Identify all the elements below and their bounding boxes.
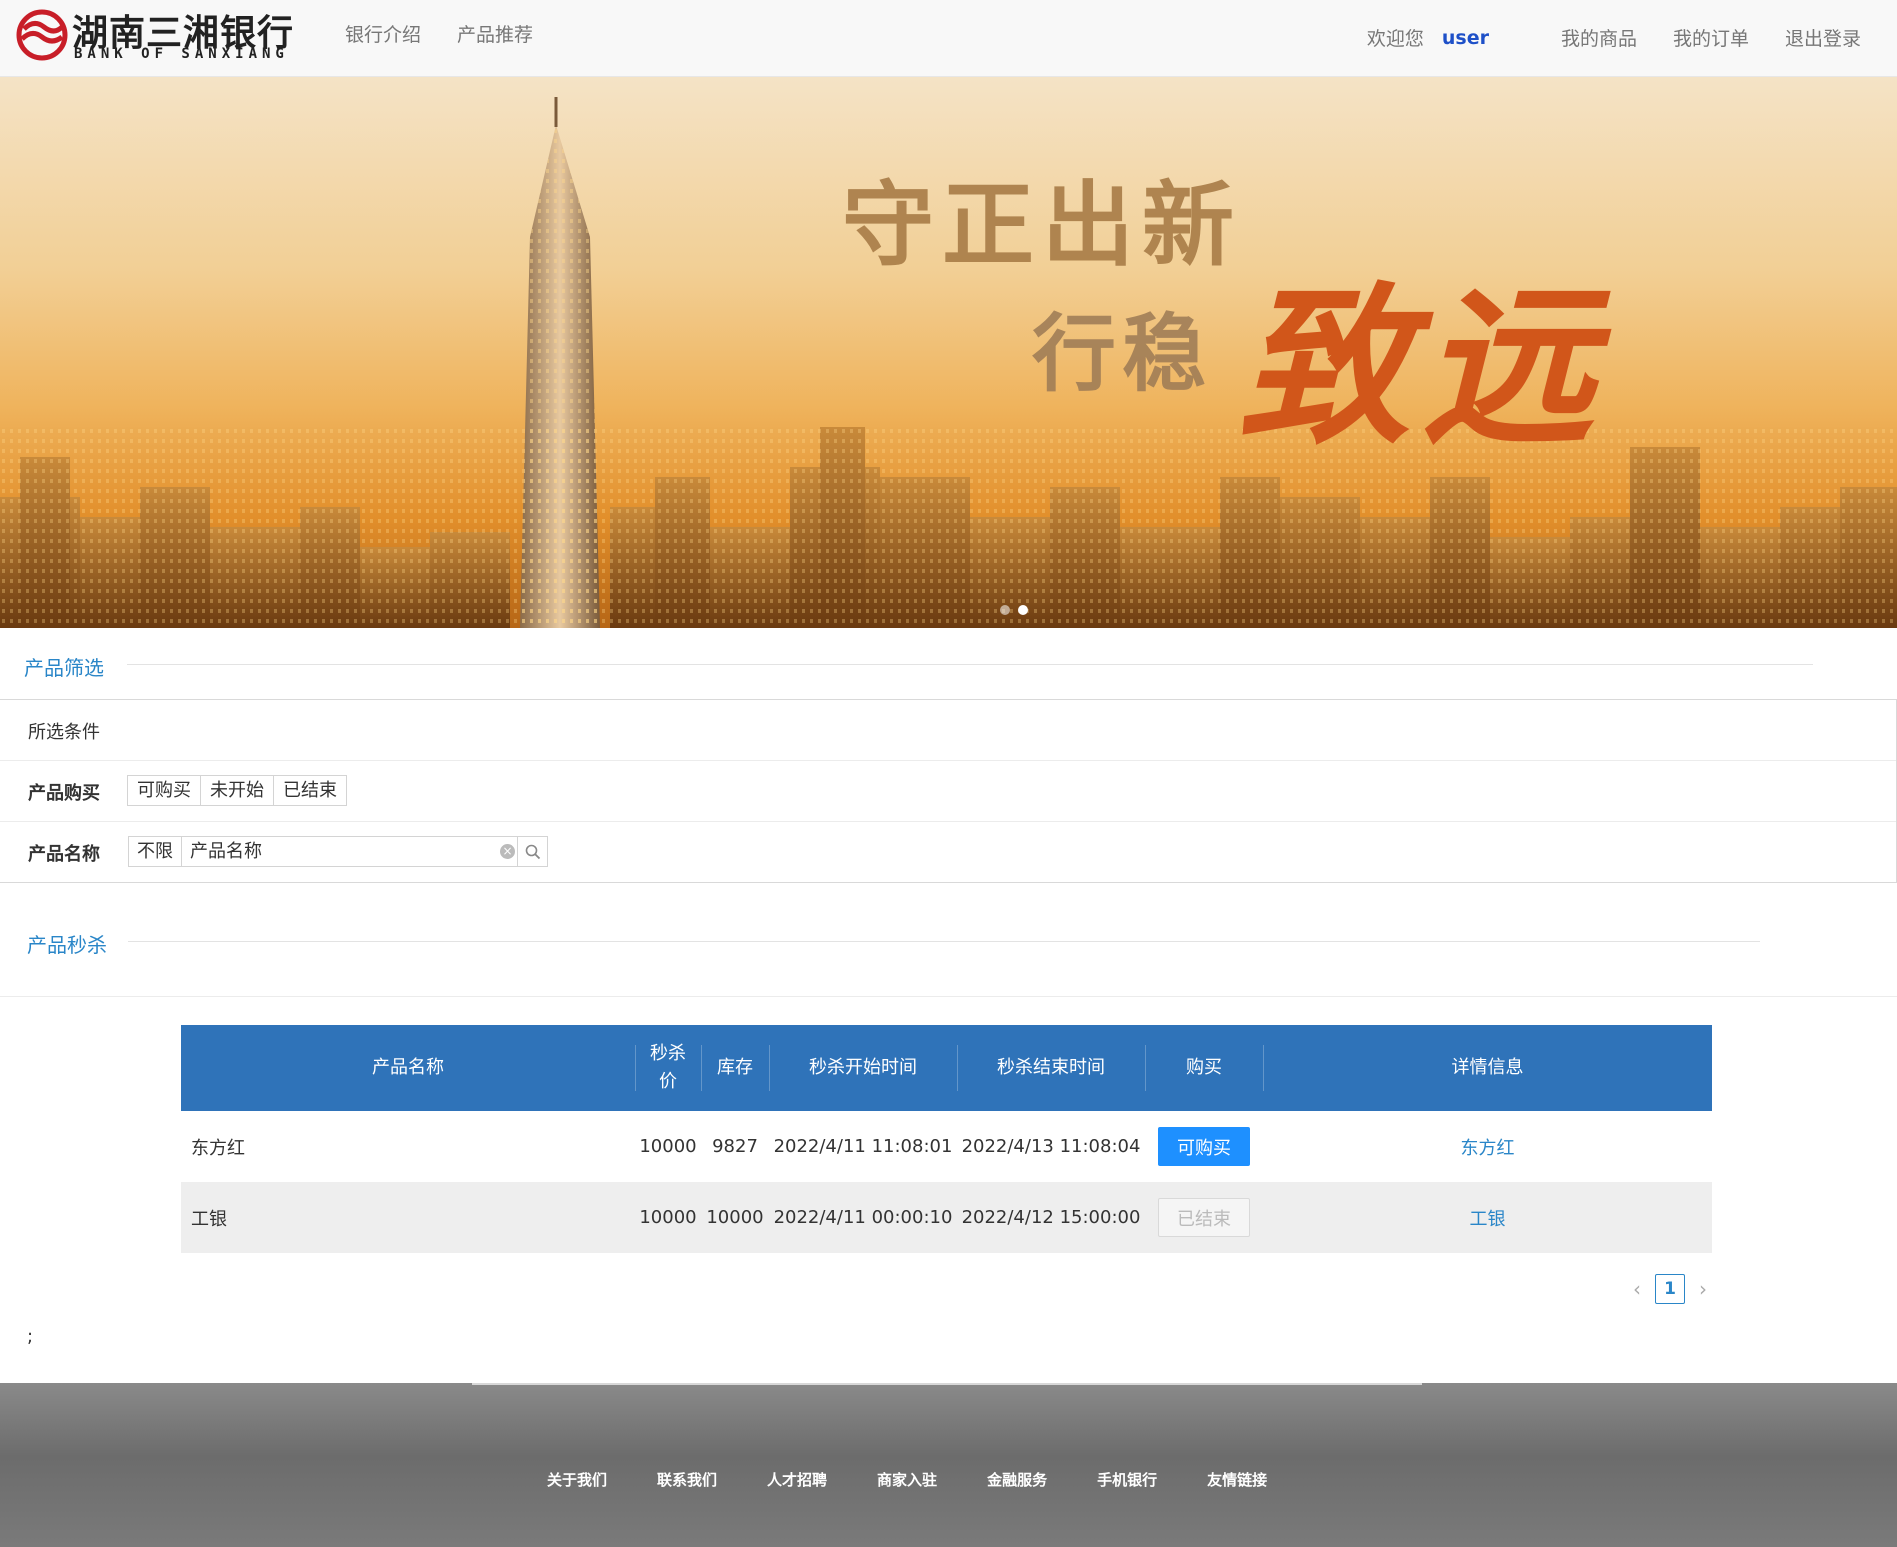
footer-links: 关于我们 联系我们 人才招聘 商家入驻 金融服务 手机银行 友情链接 xyxy=(547,1469,1267,1490)
detail-link[interactable]: 工银 xyxy=(1470,1205,1506,1231)
filter-option-ended[interactable]: 已结束 xyxy=(273,775,347,806)
top-navbar: 湖南三湘银行 BANK OF SANXIANG 银行介绍 产品推荐 欢迎您 us… xyxy=(0,0,1897,77)
footer-link-contact[interactable]: 联系我们 xyxy=(657,1469,717,1490)
col-header-name: 产品名称 xyxy=(372,1057,444,1078)
cell-price: 10000 xyxy=(639,1136,697,1157)
page-number-current[interactable]: 1 xyxy=(1655,1274,1685,1304)
footer-top-divider xyxy=(472,1383,1422,1385)
clear-icon[interactable]: × xyxy=(500,844,515,859)
detail-link[interactable]: 东方红 xyxy=(1461,1134,1515,1160)
carousel-dot[interactable] xyxy=(1000,605,1010,615)
search-button[interactable] xyxy=(518,836,548,867)
footer-link-about[interactable]: 关于我们 xyxy=(547,1469,607,1490)
footer: 关于我们 联系我们 人才招聘 商家入驻 金融服务 手机银行 友情链接 xyxy=(0,1383,1897,1547)
stray-text: ; xyxy=(27,1326,34,1347)
col-header-price: 秒杀价 xyxy=(635,1025,701,1111)
filter-title-divider xyxy=(127,664,1813,665)
buy-button[interactable]: 可购买 xyxy=(1158,1127,1250,1166)
nav-product-recommend[interactable]: 产品推荐 xyxy=(457,20,533,47)
cell-end-time: 2022/4/13 11:08:04 xyxy=(961,1136,1141,1157)
cell-name: 工银 xyxy=(191,1208,227,1230)
filter-option-not-started[interactable]: 未开始 xyxy=(200,775,274,806)
footer-link-merchant[interactable]: 商家入驻 xyxy=(877,1469,937,1490)
bank-logo[interactable]: 湖南三湘银行 BANK OF SANXIANG xyxy=(16,4,316,70)
banner-slogan-line3: 致远 xyxy=(1238,265,1606,468)
purchase-filter-label: 产品购买 xyxy=(28,783,100,804)
name-filter-label: 产品名称 xyxy=(28,844,100,865)
welcome-text: 欢迎您 xyxy=(1366,28,1424,50)
footer-link-finance[interactable]: 金融服务 xyxy=(987,1469,1047,1490)
pagination: ‹ 1 › xyxy=(1627,1274,1713,1304)
selected-conditions-label: 所选条件 xyxy=(28,722,100,743)
banner-slogan-line1: 守正出新 xyxy=(842,172,1243,279)
table-row: 工银 10000 10000 2022/4/11 00:00:10 2022/4… xyxy=(181,1182,1712,1253)
filter-row-purchase: 产品购买 可购买 未开始 已结束 xyxy=(0,761,1896,822)
cell-detail: 工银 xyxy=(1263,1182,1712,1253)
footer-link-friends[interactable]: 友情链接 xyxy=(1207,1469,1267,1490)
cell-buy: 已结束 xyxy=(1145,1182,1263,1253)
section-divider xyxy=(0,996,1897,997)
search-icon xyxy=(525,844,540,859)
prev-page-icon[interactable]: ‹ xyxy=(1627,1277,1647,1301)
next-page-icon[interactable]: › xyxy=(1693,1277,1713,1301)
main-nav: 银行介绍 产品推荐 xyxy=(345,20,533,47)
table-header: 产品名称 秒杀价 库存 秒杀开始时间 秒杀结束时间 购买 详情信息 xyxy=(181,1025,1712,1111)
footer-link-mobile-bank[interactable]: 手机银行 xyxy=(1097,1469,1157,1490)
col-header-start: 秒杀开始时间 xyxy=(769,1025,957,1111)
filter-panel: 所选条件 产品购买 可购买 未开始 已结束 产品名称 不限 × xyxy=(0,699,1897,883)
footer-link-careers[interactable]: 人才招聘 xyxy=(767,1469,827,1490)
table-row: 东方红 10000 9827 2022/4/11 11:08:01 2022/4… xyxy=(181,1111,1712,1182)
col-header-end: 秒杀结束时间 xyxy=(957,1025,1145,1111)
nav-logout[interactable]: 退出登录 xyxy=(1785,24,1861,51)
ended-button[interactable]: 已结束 xyxy=(1158,1198,1250,1237)
cell-detail: 东方红 xyxy=(1263,1111,1712,1182)
logo-text-en: BANK OF SANXIANG xyxy=(74,46,289,62)
cell-stock: 9827 xyxy=(712,1136,758,1157)
cell-end-time: 2022/4/12 15:00:00 xyxy=(961,1207,1141,1228)
product-name-search-input[interactable] xyxy=(182,836,518,867)
hero-banner[interactable]: 守正出新 行稳 致远 xyxy=(0,77,1897,628)
cell-price: 10000 xyxy=(639,1207,697,1228)
filter-row-selected: 所选条件 xyxy=(0,700,1896,761)
cell-buy: 可购买 xyxy=(1145,1111,1263,1182)
banner-slogan-line2: 行稳 xyxy=(1032,305,1213,403)
seckill-title-divider xyxy=(128,941,1760,942)
seckill-section-title: 产品秒杀 xyxy=(27,933,107,957)
name-scope-tag[interactable]: 不限 xyxy=(128,836,182,867)
purchase-options: 可购买 未开始 已结束 xyxy=(127,775,347,806)
col-header-buy: 购买 xyxy=(1145,1025,1263,1111)
filter-section-title: 产品筛选 xyxy=(24,656,104,680)
filter-option-available[interactable]: 可购买 xyxy=(127,775,201,806)
col-header-detail: 详情信息 xyxy=(1263,1025,1712,1111)
cell-name: 东方红 xyxy=(191,1137,245,1159)
user-nav: 欢迎您 user 我的商品 我的订单 退出登录 xyxy=(1367,24,1861,51)
bank-logo-icon xyxy=(16,9,68,61)
col-header-price-text: 秒杀价 xyxy=(650,1043,686,1092)
name-search-group: 不限 × xyxy=(128,836,548,867)
seckill-product-table: 产品名称 秒杀价 库存 秒杀开始时间 秒杀结束时间 购买 详情信息 东方红 10… xyxy=(181,1025,1712,1253)
nav-my-orders[interactable]: 我的订单 xyxy=(1673,24,1749,51)
cell-stock: 10000 xyxy=(706,1207,764,1228)
carousel-indicators xyxy=(1000,605,1028,615)
carousel-dot-active[interactable] xyxy=(1018,605,1028,615)
nav-my-products[interactable]: 我的商品 xyxy=(1561,24,1637,51)
col-header-stock: 库存 xyxy=(701,1025,769,1111)
username[interactable]: user xyxy=(1442,27,1489,49)
nav-bank-intro[interactable]: 银行介绍 xyxy=(345,20,421,47)
cell-start-time: 2022/4/11 00:00:10 xyxy=(773,1207,953,1228)
filter-row-name: 产品名称 不限 × xyxy=(0,822,1896,883)
cell-start-time: 2022/4/11 11:08:01 xyxy=(773,1136,953,1157)
